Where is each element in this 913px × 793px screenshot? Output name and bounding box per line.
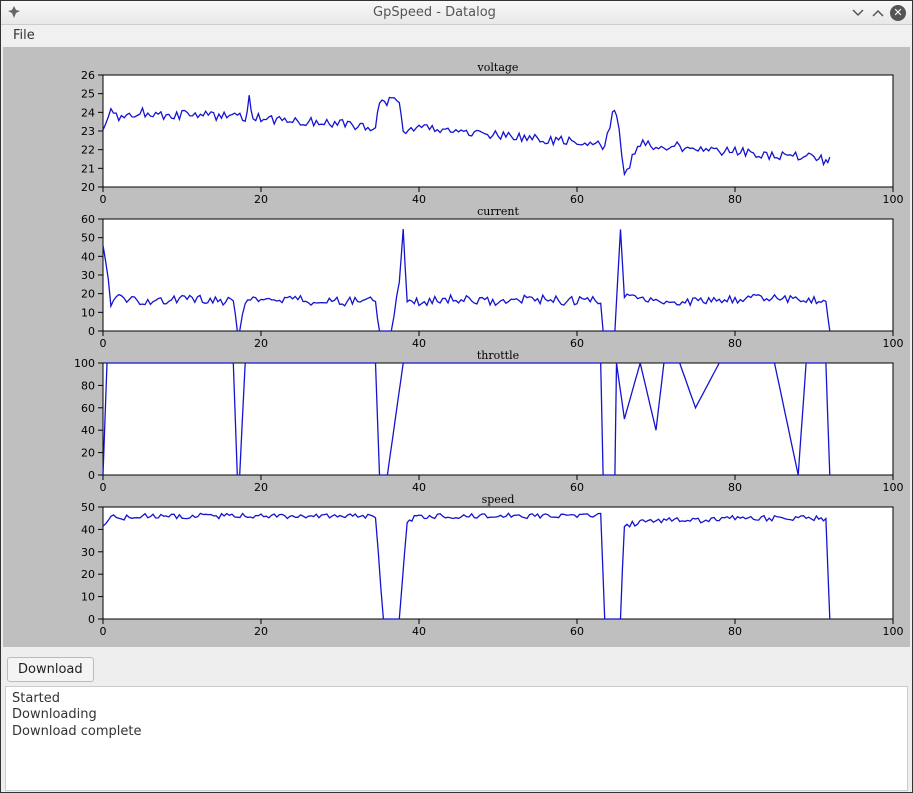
titlebar: GpSpeed - Datalog ✕ bbox=[1, 1, 912, 25]
x-tick-label: 60 bbox=[570, 625, 584, 638]
y-tick-label: 26 bbox=[81, 69, 95, 82]
x-tick-label: 100 bbox=[883, 481, 904, 494]
y-tick-label: 0 bbox=[88, 325, 95, 338]
x-tick-label: 40 bbox=[412, 625, 426, 638]
x-tick-label: 0 bbox=[100, 481, 107, 494]
maximize-icon[interactable] bbox=[870, 5, 886, 21]
y-tick-label: 40 bbox=[81, 523, 95, 536]
charts-svg: voltage20212223242526020406080100current… bbox=[3, 47, 908, 647]
y-tick-label: 60 bbox=[81, 402, 95, 415]
y-tick-label: 0 bbox=[88, 613, 95, 626]
pin-icon[interactable] bbox=[7, 5, 23, 21]
y-tick-label: 20 bbox=[81, 288, 95, 301]
x-tick-label: 40 bbox=[412, 193, 426, 206]
log-output: Started Downloading Download complete bbox=[5, 686, 908, 791]
plot-area: voltage20212223242526020406080100current… bbox=[3, 47, 910, 647]
y-tick-label: 20 bbox=[81, 568, 95, 581]
x-tick-label: 0 bbox=[100, 337, 107, 350]
chart-title: voltage bbox=[477, 61, 519, 74]
download-button[interactable]: Download bbox=[7, 657, 94, 682]
y-tick-label: 50 bbox=[81, 501, 95, 514]
x-tick-label: 80 bbox=[728, 625, 742, 638]
x-tick-label: 40 bbox=[412, 337, 426, 350]
x-tick-label: 80 bbox=[728, 193, 742, 206]
y-tick-label: 10 bbox=[81, 306, 95, 319]
y-tick-label: 25 bbox=[81, 88, 95, 101]
x-tick-label: 0 bbox=[100, 625, 107, 638]
y-tick-label: 20 bbox=[81, 447, 95, 460]
log-line: Download complete bbox=[12, 724, 141, 739]
chart-title: throttle bbox=[477, 349, 519, 362]
y-tick-label: 23 bbox=[81, 125, 95, 138]
app-window: GpSpeed - Datalog ✕ File voltage 20 21 22 23… bbox=[0, 0, 913, 793]
x-tick-label: 20 bbox=[254, 193, 268, 206]
minimize-icon[interactable] bbox=[850, 5, 866, 21]
x-tick-label: 20 bbox=[254, 337, 268, 350]
x-tick-label: 80 bbox=[728, 481, 742, 494]
plot-box bbox=[103, 363, 893, 475]
y-tick-label: 22 bbox=[81, 144, 95, 157]
plot-box bbox=[103, 219, 893, 331]
y-tick-label: 30 bbox=[81, 269, 95, 282]
x-tick-label: 100 bbox=[883, 193, 904, 206]
y-tick-label: 50 bbox=[81, 232, 95, 245]
plot-box bbox=[103, 75, 893, 187]
x-tick-label: 60 bbox=[570, 193, 584, 206]
x-tick-label: 60 bbox=[570, 337, 584, 350]
y-tick-label: 80 bbox=[81, 379, 95, 392]
y-tick-label: 20 bbox=[81, 181, 95, 194]
window-title: GpSpeed - Datalog bbox=[23, 5, 846, 20]
chart-title: speed bbox=[482, 493, 515, 506]
x-tick-label: 40 bbox=[412, 481, 426, 494]
menubar: File bbox=[1, 25, 912, 45]
plot-box bbox=[103, 507, 893, 619]
close-icon[interactable]: ✕ bbox=[890, 5, 906, 21]
y-tick-label: 24 bbox=[81, 106, 95, 119]
chart-title: current bbox=[477, 205, 519, 218]
x-tick-label: 60 bbox=[570, 481, 584, 494]
menu-file[interactable]: File bbox=[7, 26, 41, 45]
y-tick-label: 10 bbox=[81, 591, 95, 604]
y-tick-label: 40 bbox=[81, 250, 95, 263]
y-tick-label: 30 bbox=[81, 546, 95, 559]
y-tick-label: 100 bbox=[74, 357, 95, 370]
y-tick-label: 0 bbox=[88, 469, 95, 482]
log-line: Downloading bbox=[12, 707, 97, 722]
y-tick-label: 40 bbox=[81, 424, 95, 437]
x-tick-label: 100 bbox=[883, 625, 904, 638]
x-tick-label: 20 bbox=[254, 625, 268, 638]
y-tick-label: 60 bbox=[81, 213, 95, 226]
x-tick-label: 20 bbox=[254, 481, 268, 494]
y-tick-label: 21 bbox=[81, 162, 95, 175]
log-line: Started bbox=[12, 691, 60, 706]
bottom-panel: Download Started Downloading Download co… bbox=[5, 655, 908, 791]
x-tick-label: 80 bbox=[728, 337, 742, 350]
x-tick-label: 0 bbox=[100, 193, 107, 206]
x-tick-label: 100 bbox=[883, 337, 904, 350]
